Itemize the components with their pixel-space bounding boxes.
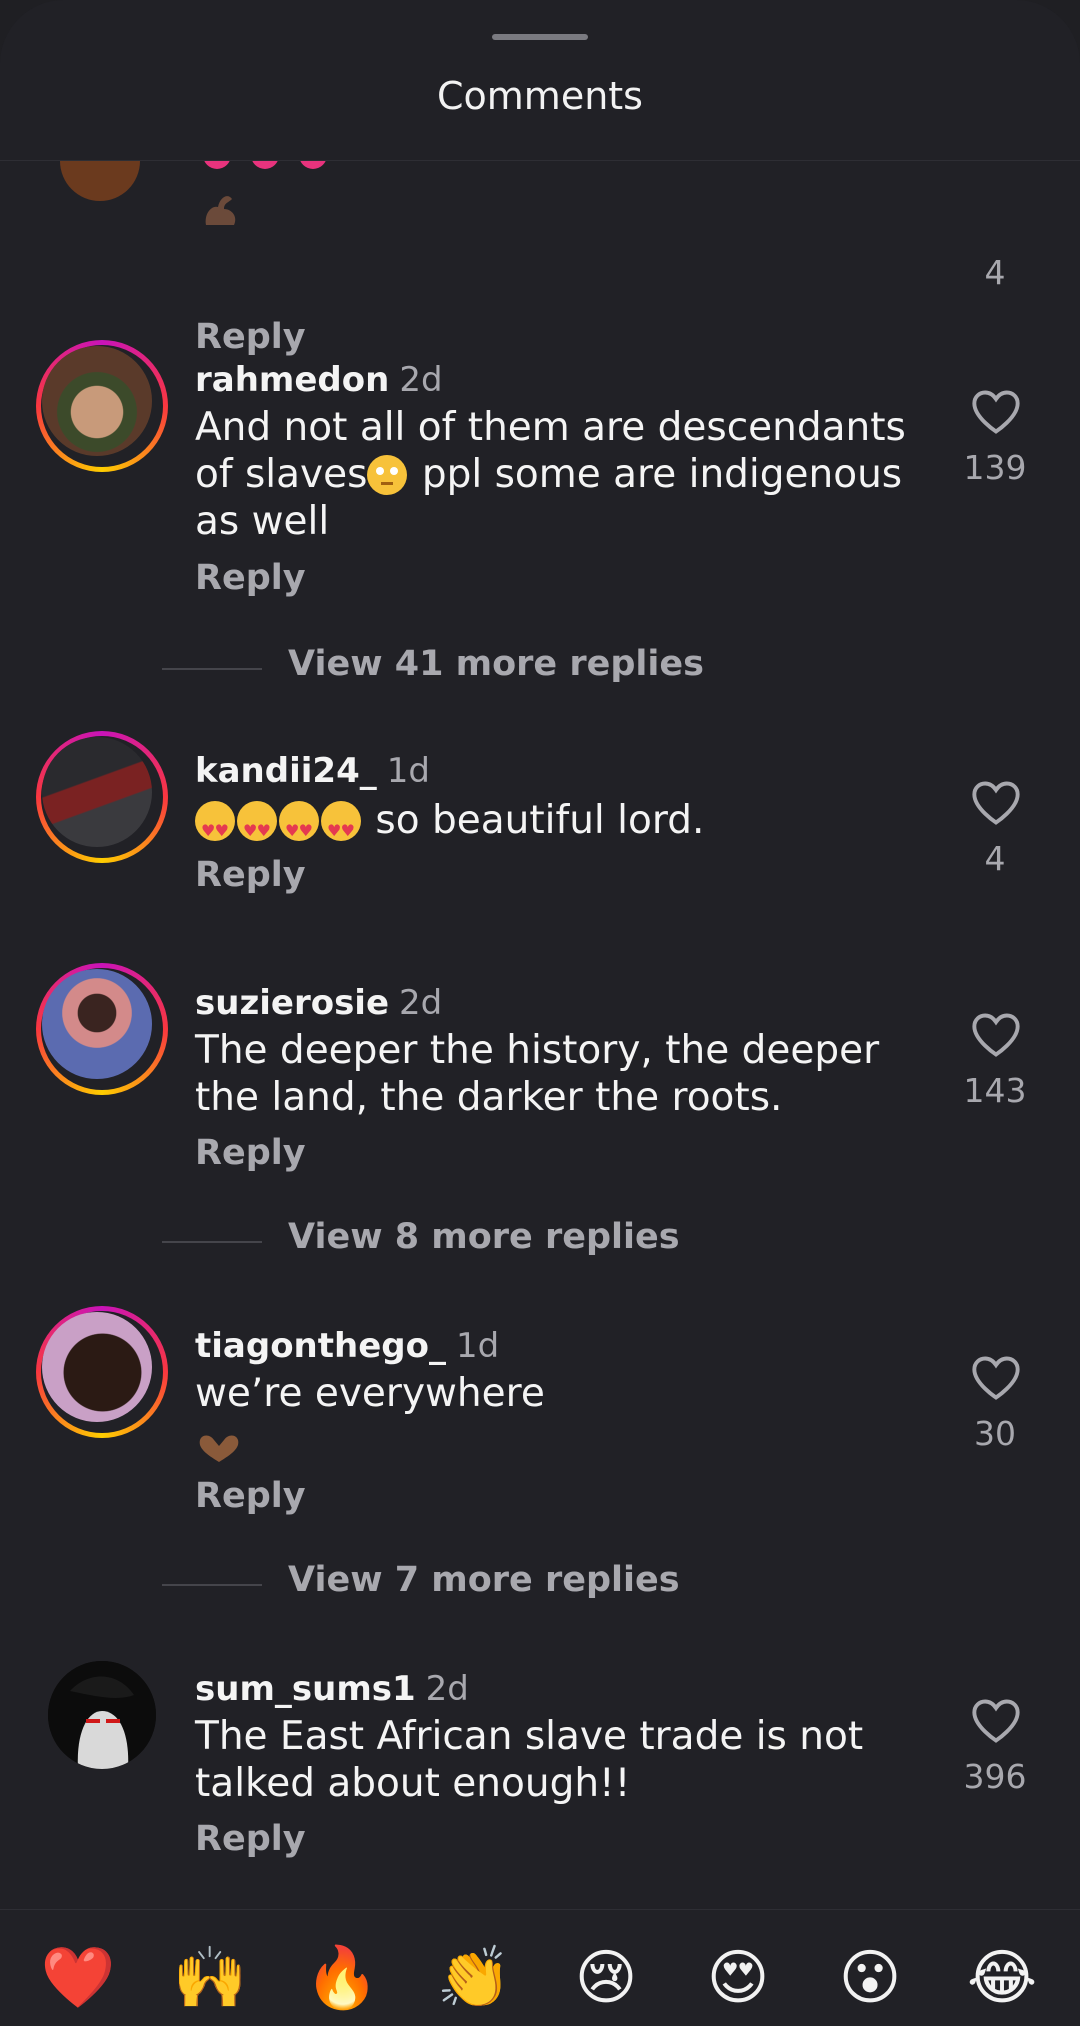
like-count: 396 <box>963 1757 1027 1796</box>
comment-line: The East African slave trade is not <box>195 1714 864 1759</box>
comment-username[interactable]: rahmedon 2d <box>195 360 443 400</box>
heart-eyes-icon <box>237 801 277 854</box>
username-text[interactable]: rahmedon <box>195 360 389 400</box>
reply-button[interactable]: Reply <box>195 317 306 357</box>
heart-eyes-icon[interactable]: 😍 <box>698 1938 778 2018</box>
heart-hands-icon <box>199 1435 239 1462</box>
comment-line: we’re everywhere <box>195 1371 545 1416</box>
fire-icon[interactable]: 🔥 <box>302 1938 382 2018</box>
comment-text: so beautiful lord. <box>195 797 915 854</box>
flexed-biceps-icon <box>205 196 236 225</box>
reply-button[interactable]: Reply <box>195 558 306 598</box>
reply-button[interactable]: Reply <box>195 1819 306 1859</box>
username-text[interactable]: suzierosie <box>195 983 389 1023</box>
like-count: 143 <box>963 1071 1027 1110</box>
face-with-rolling-eyes-icon <box>367 455 408 495</box>
comment-line: so beautiful lord. <box>375 798 705 843</box>
comment-text: And not all of them are descendants of s… <box>195 404 915 545</box>
like-count: 4 <box>984 253 1006 292</box>
heart-eyes-icon <box>321 801 361 854</box>
comment-list[interactable]: 4 Reply rahmedon 2d And not all of them a… <box>0 161 1080 1909</box>
heart-icon[interactable] <box>970 1011 1022 1059</box>
comment-line: And not all of them are descendants <box>195 405 906 450</box>
red-heart-icon[interactable]: ❤️ <box>38 1938 118 2018</box>
comment-line: The deeper the history, the deeper <box>195 1028 880 1073</box>
comments-sheet: Comments 4 Reply rahmedon 2d And not all… <box>0 0 1080 2026</box>
heart-eyes-icon <box>195 801 235 854</box>
reply-button[interactable]: Reply <box>195 1476 306 1516</box>
like-count: 30 <box>974 1414 1016 1453</box>
emoji-row-icon <box>204 161 326 169</box>
comment-line: the land, the darker the roots. <box>195 1075 783 1120</box>
like-count: 4 <box>984 839 1006 878</box>
comment-username[interactable]: suzierosie 2d <box>195 983 442 1023</box>
comment-time: 2d <box>425 1669 469 1709</box>
comment-line: of slaves <box>195 452 368 497</box>
surprised-face-icon[interactable]: 😮 <box>830 1938 910 2018</box>
comment-username[interactable]: kandii24_ 1d <box>195 751 430 791</box>
heart-eyes-icon <box>279 801 319 854</box>
username-text[interactable]: kandii24_ <box>195 751 377 791</box>
clapping-hands-icon[interactable]: 👏 <box>434 1938 514 2018</box>
comment-time: 2d <box>399 360 443 400</box>
comment-username[interactable]: sum_sums1 2d <box>195 1669 469 1709</box>
avatar[interactable] <box>36 731 168 863</box>
comment-username[interactable]: tiagonthego_ 1d <box>195 1326 499 1366</box>
drag-handle[interactable] <box>492 34 588 40</box>
heart-icon[interactable] <box>970 388 1022 436</box>
raising-hands-icon[interactable]: 🙌 <box>170 1938 250 2018</box>
avatar[interactable] <box>36 340 168 472</box>
reply-button[interactable]: Reply <box>195 855 306 895</box>
heart-icon[interactable] <box>970 1354 1022 1402</box>
avatar[interactable] <box>48 1661 156 1769</box>
like-count: 139 <box>963 448 1027 487</box>
quick-reactions-bar: ❤️ 🙌 🔥 👏 😢 😍 😮 😂 <box>0 1909 1080 2026</box>
view-more-label[interactable]: View 41 more replies <box>288 644 704 684</box>
username-text[interactable]: sum_sums1 <box>195 1669 416 1709</box>
comment-text: The deeper the history, the deeper the l… <box>195 1027 915 1121</box>
comment-text: we’re everywhere <box>195 1370 915 1417</box>
comment-line: as well <box>195 499 330 544</box>
comment-line: ppl some are indigenous <box>421 452 903 497</box>
avatar[interactable] <box>36 963 168 1095</box>
sheet-header: Comments <box>0 0 1080 161</box>
comment-time: 2d <box>399 983 443 1023</box>
heart-icon[interactable] <box>970 1697 1022 1745</box>
crying-face-icon[interactable]: 😢 <box>566 1938 646 2018</box>
tears-of-joy-icon[interactable]: 😂 <box>962 1938 1042 2018</box>
avatar[interactable] <box>60 161 140 201</box>
view-more-label[interactable]: View 7 more replies <box>288 1560 680 1600</box>
reply-button[interactable]: Reply <box>195 1133 306 1173</box>
sheet-title: Comments <box>437 74 643 118</box>
comment-time: 1d <box>386 751 430 791</box>
username-text[interactable]: tiagonthego_ <box>195 1326 446 1366</box>
view-more-label[interactable]: View 8 more replies <box>288 1217 680 1257</box>
comment-line: talked about enough!! <box>195 1761 631 1806</box>
avatar[interactable] <box>36 1306 168 1438</box>
heart-icon[interactable] <box>970 779 1022 827</box>
comment-time: 1d <box>455 1326 500 1366</box>
comment-text: The East African slave trade is not talk… <box>195 1713 915 1807</box>
